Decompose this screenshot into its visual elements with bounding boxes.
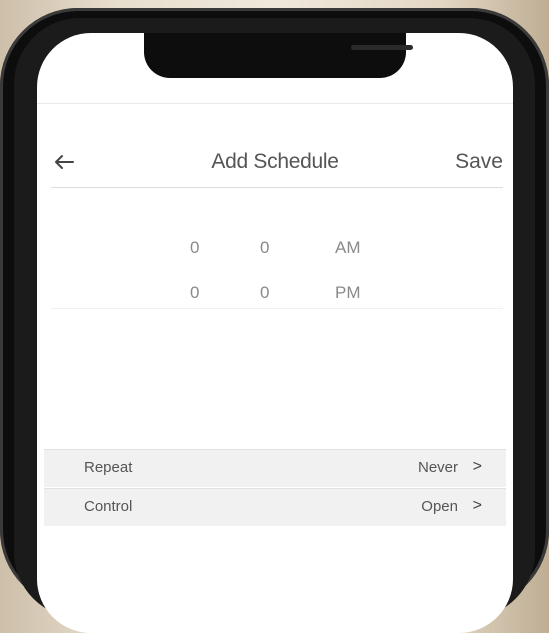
chevron-right-icon: >	[472, 458, 482, 475]
page-title: Add Schedule	[211, 150, 339, 173]
speaker-grille	[351, 45, 413, 50]
time-picker-divider	[51, 308, 503, 309]
start-minute[interactable]: 0	[260, 238, 269, 258]
control-label: Control	[84, 498, 133, 515]
phone-notch	[144, 33, 413, 78]
repeat-setting-row[interactable]: Repeat Never >	[44, 449, 506, 487]
start-period[interactable]: AM	[335, 238, 361, 258]
save-button[interactable]: Save	[455, 150, 503, 174]
repeat-value: Never	[417, 459, 458, 476]
control-setting-row[interactable]: Control Open >	[44, 488, 506, 526]
app-header: Add Schedule Save	[37, 143, 513, 187]
start-hour[interactable]: 0	[190, 238, 199, 258]
end-minute[interactable]: 0	[260, 283, 269, 303]
control-value: Open	[421, 498, 458, 515]
phone-screen: Add Schedule Save 0 0 AM 0 0 PM Repeat N…	[37, 33, 513, 633]
repeat-label: Repeat	[84, 459, 133, 476]
header-divider	[51, 187, 503, 188]
end-period[interactable]: PM	[335, 283, 361, 303]
status-divider	[37, 103, 513, 104]
start-time-row[interactable]: 0 0 AM	[37, 238, 513, 268]
end-hour[interactable]: 0	[190, 283, 199, 303]
chevron-right-icon: >	[472, 497, 482, 514]
